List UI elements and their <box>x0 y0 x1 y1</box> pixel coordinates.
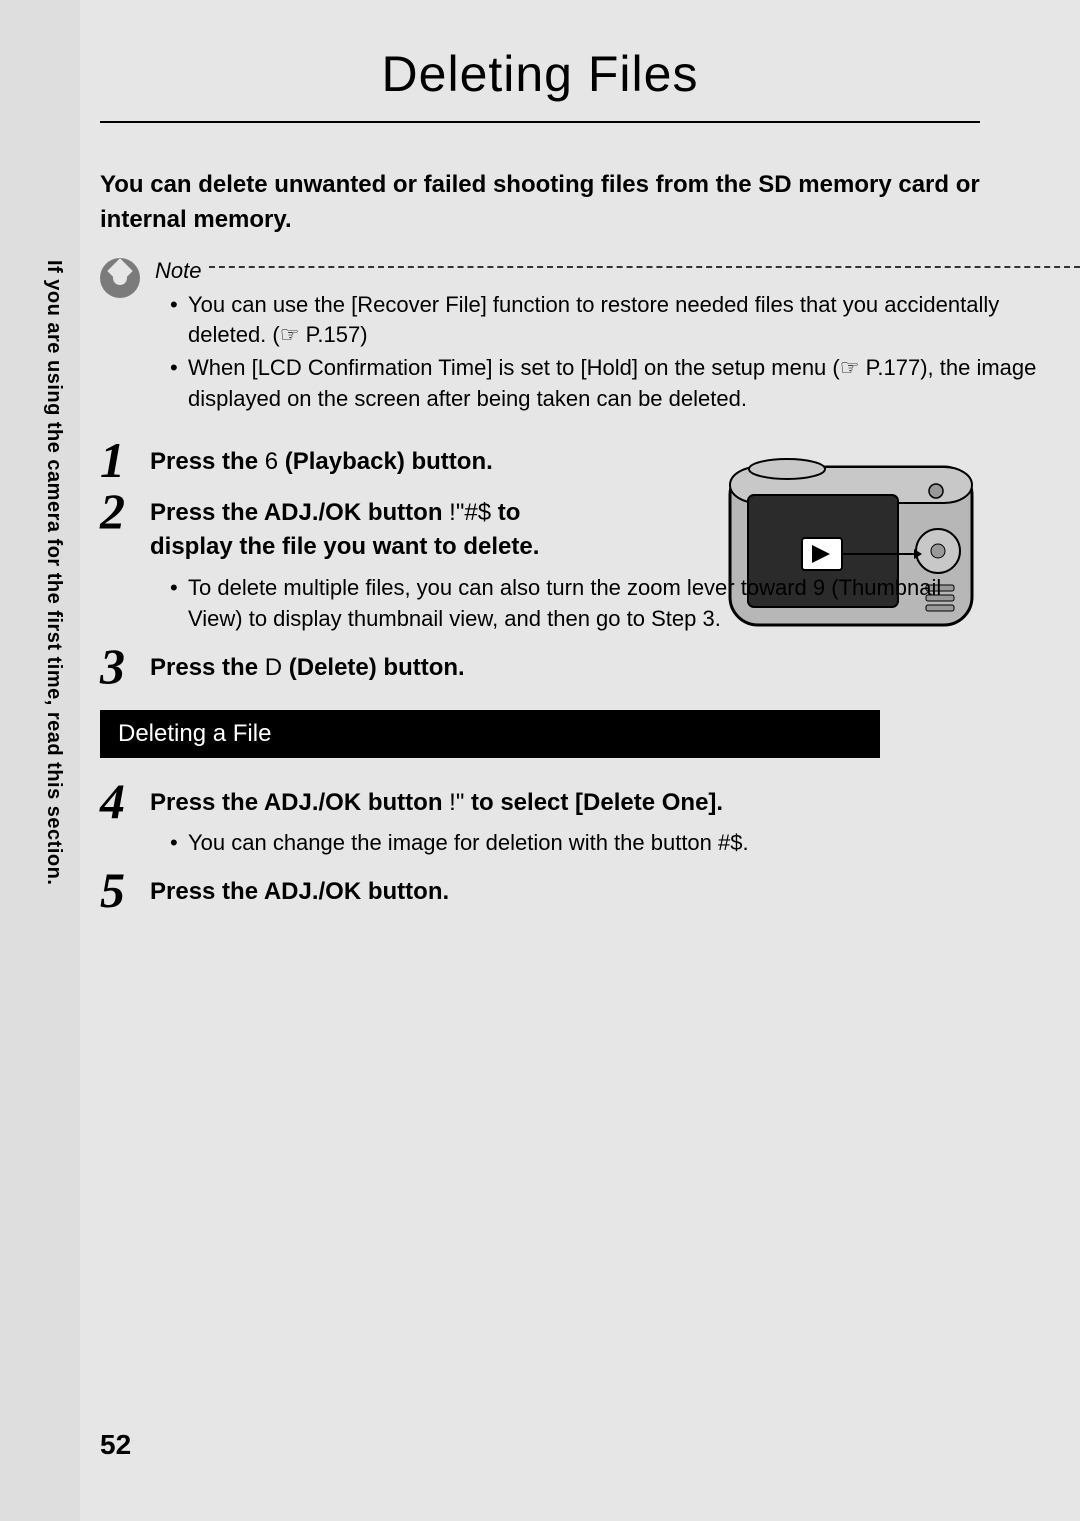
step-text: Press the ADJ./OK button <box>150 789 449 816</box>
step-4: 4 Press the ADJ./OK button !" to select … <box>100 786 980 860</box>
step-3: 3 Press the D (Delete) button. <box>100 651 980 686</box>
step-text: (Delete) button. <box>282 654 465 681</box>
step-number: 3 <box>100 637 125 695</box>
note-icon <box>100 258 140 298</box>
step-text: Press the <box>150 654 265 681</box>
side-vertical-note: If you are using the camera for the firs… <box>42 260 65 885</box>
step-1: 1 Press the 6 (Playback) button. <box>100 445 980 480</box>
step-sub-item: You can change the image for deletion wi… <box>170 828 980 859</box>
intro-paragraph: You can delete unwanted or failed shooti… <box>100 168 980 238</box>
note-label: Note <box>155 258 201 284</box>
steps-area: 1 Press the 6 (Playback) button. 2 Press… <box>100 445 980 910</box>
step-symbol: !"#$ <box>449 499 491 526</box>
step-number: 4 <box>100 772 125 830</box>
step-text: Press the ADJ./OK button. <box>150 875 980 910</box>
page-title: Deleting Files <box>100 45 980 123</box>
step-symbol: !" <box>449 789 464 816</box>
note-dashes <box>209 266 1080 268</box>
step-sub-symbol: 9 <box>813 575 825 600</box>
step-text: (Playback) button. <box>278 448 493 475</box>
section-heading: Deleting a File <box>100 710 880 758</box>
step-sub-text: . <box>743 830 749 855</box>
page-number: 52 <box>100 1429 131 1461</box>
note-block: Note You can use the [Recover File] func… <box>100 258 1080 415</box>
step-sub-text: To delete multiple files, you can also t… <box>188 575 813 600</box>
step-number: 5 <box>100 861 125 919</box>
step-sub-text: You can change the image for deletion wi… <box>188 830 718 855</box>
step-5: 5 Press the ADJ./OK button. <box>100 875 980 910</box>
step-text: Press the ADJ./OK button <box>150 499 449 526</box>
step-text: to select [Delete One]. <box>464 789 723 816</box>
step-number: 1 <box>100 431 125 489</box>
left-margin-tab <box>0 0 80 1521</box>
step-text: Press the <box>150 448 265 475</box>
note-item: You can use the [Recover File] function … <box>170 290 1080 352</box>
page-content: Deleting Files You can delete unwanted o… <box>100 0 1080 926</box>
step-sub-item: To delete multiple files, you can also t… <box>170 573 980 635</box>
step-sub-symbol: #$ <box>718 830 742 855</box>
step-number: 2 <box>100 482 125 540</box>
step-symbol: D <box>265 654 282 681</box>
note-item: When [LCD Confirmation Time] is set to [… <box>170 353 1080 415</box>
step-symbol: 6 <box>265 448 278 475</box>
step-2: 2 Press the ADJ./OK button !"#$ to displ… <box>100 496 980 635</box>
